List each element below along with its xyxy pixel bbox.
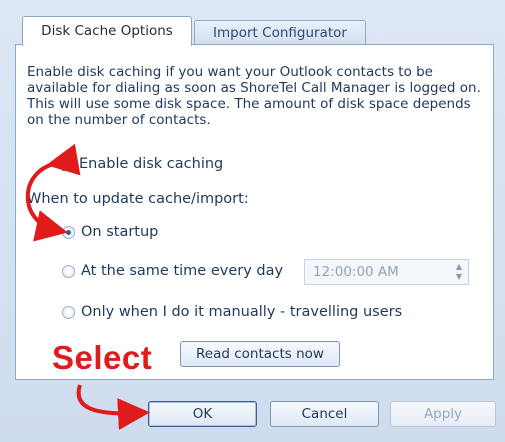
radio-on-startup-label: On startup — [81, 224, 159, 240]
spin-down-icon[interactable]: ▼ — [454, 273, 464, 281]
spin-up-icon[interactable]: ▲ — [454, 263, 464, 271]
radio-manually-button[interactable] — [62, 305, 75, 319]
spin-buttons[interactable]: ▲ ▼ — [454, 263, 464, 281]
checkmark-icon — [63, 157, 75, 170]
radio-manually[interactable]: Only when I do it manually - travelling … — [62, 304, 402, 320]
enable-caching-row[interactable]: Enable disk caching — [62, 156, 223, 172]
cancel-button[interactable]: Cancel — [270, 401, 379, 427]
update-section-text: When to update cache/import: — [27, 191, 249, 207]
dialog-window: Disk Cache Options Import Configurator E… — [0, 0, 505, 442]
radio-manually-label: Only when I do it manually - travelling … — [81, 304, 403, 320]
radio-same-time[interactable]: At the same time every day — [62, 263, 283, 279]
select-arrow-icon — [76, 384, 150, 431]
time-value: 12:00:00 AM — [313, 264, 399, 280]
ok-button[interactable]: OK — [148, 401, 257, 427]
enable-caching-checkbox[interactable] — [62, 157, 75, 171]
update-section-label: When to update cache/import: — [27, 191, 249, 207]
tab-disk-cache-options[interactable]: Disk Cache Options — [22, 16, 192, 46]
description-text: Enable disk caching if you want your Out… — [27, 64, 481, 128]
read-contacts-button[interactable]: Read contacts now — [180, 341, 340, 367]
radio-on-startup[interactable]: On startup — [62, 224, 158, 240]
radio-same-time-button[interactable] — [62, 264, 75, 278]
time-picker-field[interactable]: 12:00:00 AM ▲ ▼ — [304, 259, 469, 285]
radio-same-time-label: At the same time every day — [81, 263, 284, 279]
annotation-select-label: Select — [52, 339, 153, 376]
enable-caching-label: Enable disk caching — [79, 156, 224, 172]
apply-button[interactable]: Apply — [390, 401, 496, 427]
radio-on-startup-button[interactable] — [62, 225, 75, 239]
tab-import-configurator[interactable]: Import Configurator — [194, 20, 366, 44]
